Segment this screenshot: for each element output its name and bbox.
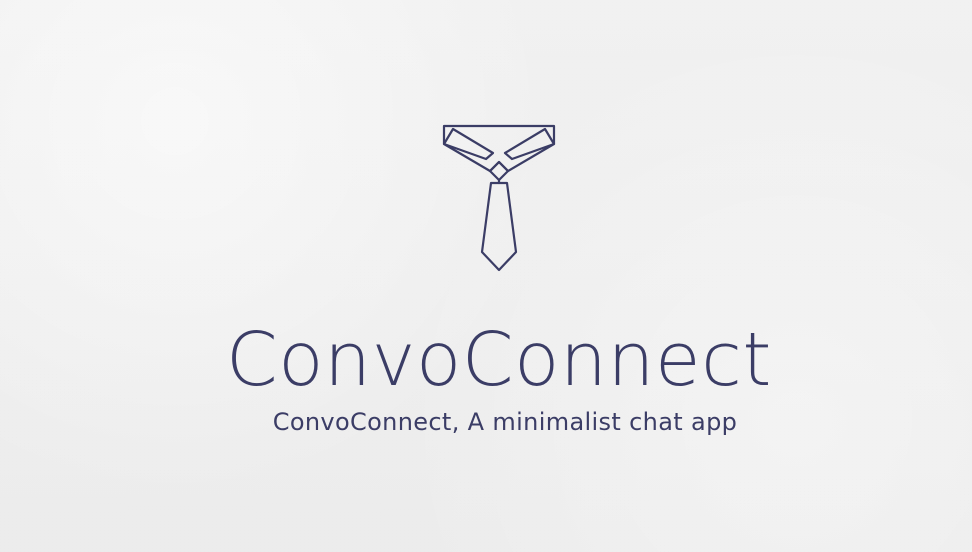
brand-tagline: ConvoConnect, A minimalist chat app bbox=[272, 408, 738, 436]
brand-name: ConvoConnect bbox=[225, 317, 773, 403]
paper-texture bbox=[0, 0, 972, 552]
brand-splash: ConvoConnect ConvoConnect, A minimalist … bbox=[0, 0, 972, 552]
tie-collar-icon bbox=[442, 124, 556, 274]
